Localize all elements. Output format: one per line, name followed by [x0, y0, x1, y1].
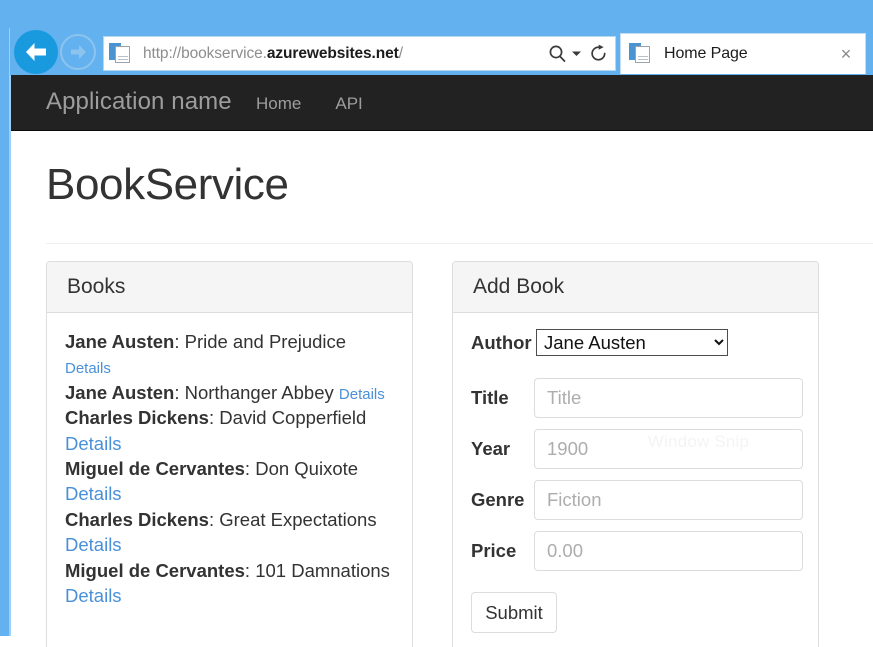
book-separator: :	[174, 382, 184, 403]
title-label: Title	[471, 387, 534, 409]
forward-arrow-icon	[69, 44, 88, 60]
browser-tab[interactable]: Home Page ×	[620, 33, 866, 74]
books-list: Jane Austen: Pride and Prejudice Details…	[65, 329, 394, 608]
list-item: Miguel de Cervantes: Don Quixote Details	[65, 456, 394, 507]
book-separator: :	[245, 458, 255, 479]
back-button[interactable]	[14, 30, 58, 74]
add-book-panel: Add Book Author Jane Austen Charles Dick…	[452, 261, 819, 647]
year-input[interactable]	[534, 429, 803, 469]
genre-input[interactable]	[534, 480, 803, 520]
book-title: David Copperfield	[219, 407, 366, 428]
book-separator: :	[209, 509, 219, 530]
books-panel-title: Books	[67, 275, 125, 299]
title-input[interactable]	[534, 378, 803, 418]
tab-favicon	[629, 42, 655, 66]
list-item: Charles Dickens: Great Expectations Detai…	[65, 507, 394, 558]
site-navbar: Application name Home API	[11, 75, 873, 131]
list-item: Charles Dickens: David Copperfield Detail…	[65, 405, 394, 456]
year-label: Year	[471, 438, 534, 460]
books-panel: Books Jane Austen: Pride and Prejudice D…	[46, 261, 413, 647]
book-title: Pride and Prejudice	[185, 331, 346, 352]
page-icon	[629, 42, 653, 65]
refresh-icon[interactable]	[589, 44, 608, 63]
book-title: 101 Damnations	[255, 560, 390, 581]
price-label: Price	[471, 540, 534, 562]
add-book-panel-title: Add Book	[473, 275, 564, 299]
page-icon	[109, 42, 133, 65]
book-author: Charles Dickens	[65, 509, 209, 530]
book-separator: :	[209, 407, 219, 428]
navbar-brand[interactable]: Application name	[46, 88, 232, 116]
book-details-link[interactable]: Details	[339, 386, 385, 403]
price-input[interactable]	[534, 531, 803, 571]
title-row: Title	[471, 378, 800, 418]
address-text[interactable]: http://bookservice.azurewebsites.net/	[135, 45, 548, 63]
book-details-link[interactable]: Details	[65, 534, 122, 555]
book-author: Charles Dickens	[65, 407, 209, 428]
address-bar-tools	[548, 44, 615, 63]
book-title: Don Quixote	[255, 458, 358, 479]
price-row: Price	[471, 531, 800, 571]
book-author: Miguel de Cervantes	[65, 560, 245, 581]
browser-window: http://bookservice.azurewebsites.net/	[0, 0, 873, 647]
forward-button[interactable]	[60, 34, 96, 70]
back-arrow-icon	[23, 41, 49, 63]
list-item: Jane Austen: Northanger Abbey Details	[65, 380, 394, 406]
page-title: BookService	[46, 160, 289, 210]
book-separator: :	[245, 560, 255, 581]
book-details-link[interactable]: Details	[65, 585, 122, 606]
address-bar[interactable]: http://bookservice.azurewebsites.net/	[103, 36, 616, 71]
search-icon[interactable]	[548, 44, 567, 63]
book-details-link[interactable]: Details	[65, 360, 111, 377]
author-select[interactable]: Jane Austen Charles Dickens Miguel de Ce…	[536, 329, 728, 356]
add-book-form: Author Jane Austen Charles Dickens Migue…	[453, 313, 818, 647]
page-viewport: Application name Home API BookService Bo…	[11, 75, 873, 647]
author-label: Author	[471, 332, 536, 354]
author-row: Author Jane Austen Charles Dickens Migue…	[471, 329, 800, 356]
title-divider	[46, 243, 873, 244]
address-favicon	[109, 42, 135, 66]
nav-link-api[interactable]: API	[335, 94, 362, 114]
book-details-link[interactable]: Details	[65, 483, 122, 504]
book-author: Jane Austen	[65, 331, 174, 352]
book-separator: :	[174, 331, 184, 352]
list-item: Miguel de Cervantes: 101 Damnations Detai…	[65, 558, 394, 609]
close-icon[interactable]: ×	[833, 41, 859, 67]
genre-row: Genre	[471, 480, 800, 520]
window-top-border	[0, 0, 873, 28]
list-item: Jane Austen: Pride and Prejudice Details	[65, 329, 394, 380]
book-details-link[interactable]: Details	[65, 433, 122, 454]
submit-button[interactable]: Submit	[471, 592, 557, 633]
books-panel-header: Books	[47, 262, 412, 313]
chevron-down-icon[interactable]	[571, 49, 582, 58]
add-book-panel-header: Add Book	[453, 262, 818, 313]
books-panel-body: Jane Austen: Pride and Prejudice Details…	[47, 313, 412, 624]
book-author: Miguel de Cervantes	[65, 458, 245, 479]
genre-label: Genre	[471, 489, 534, 511]
address-prefix: http://bookservice.	[143, 45, 267, 62]
book-author: Jane Austen	[65, 382, 174, 403]
tab-title: Home Page	[655, 45, 833, 63]
year-row: Year	[471, 429, 800, 469]
book-title: Northanger Abbey	[185, 382, 334, 403]
nav-link-home[interactable]: Home	[256, 94, 301, 114]
book-title: Great Expectations	[219, 509, 376, 530]
address-suffix: /	[399, 45, 403, 62]
navbar-links: Home API	[256, 94, 363, 114]
address-domain: azurewebsites.net	[267, 45, 399, 62]
